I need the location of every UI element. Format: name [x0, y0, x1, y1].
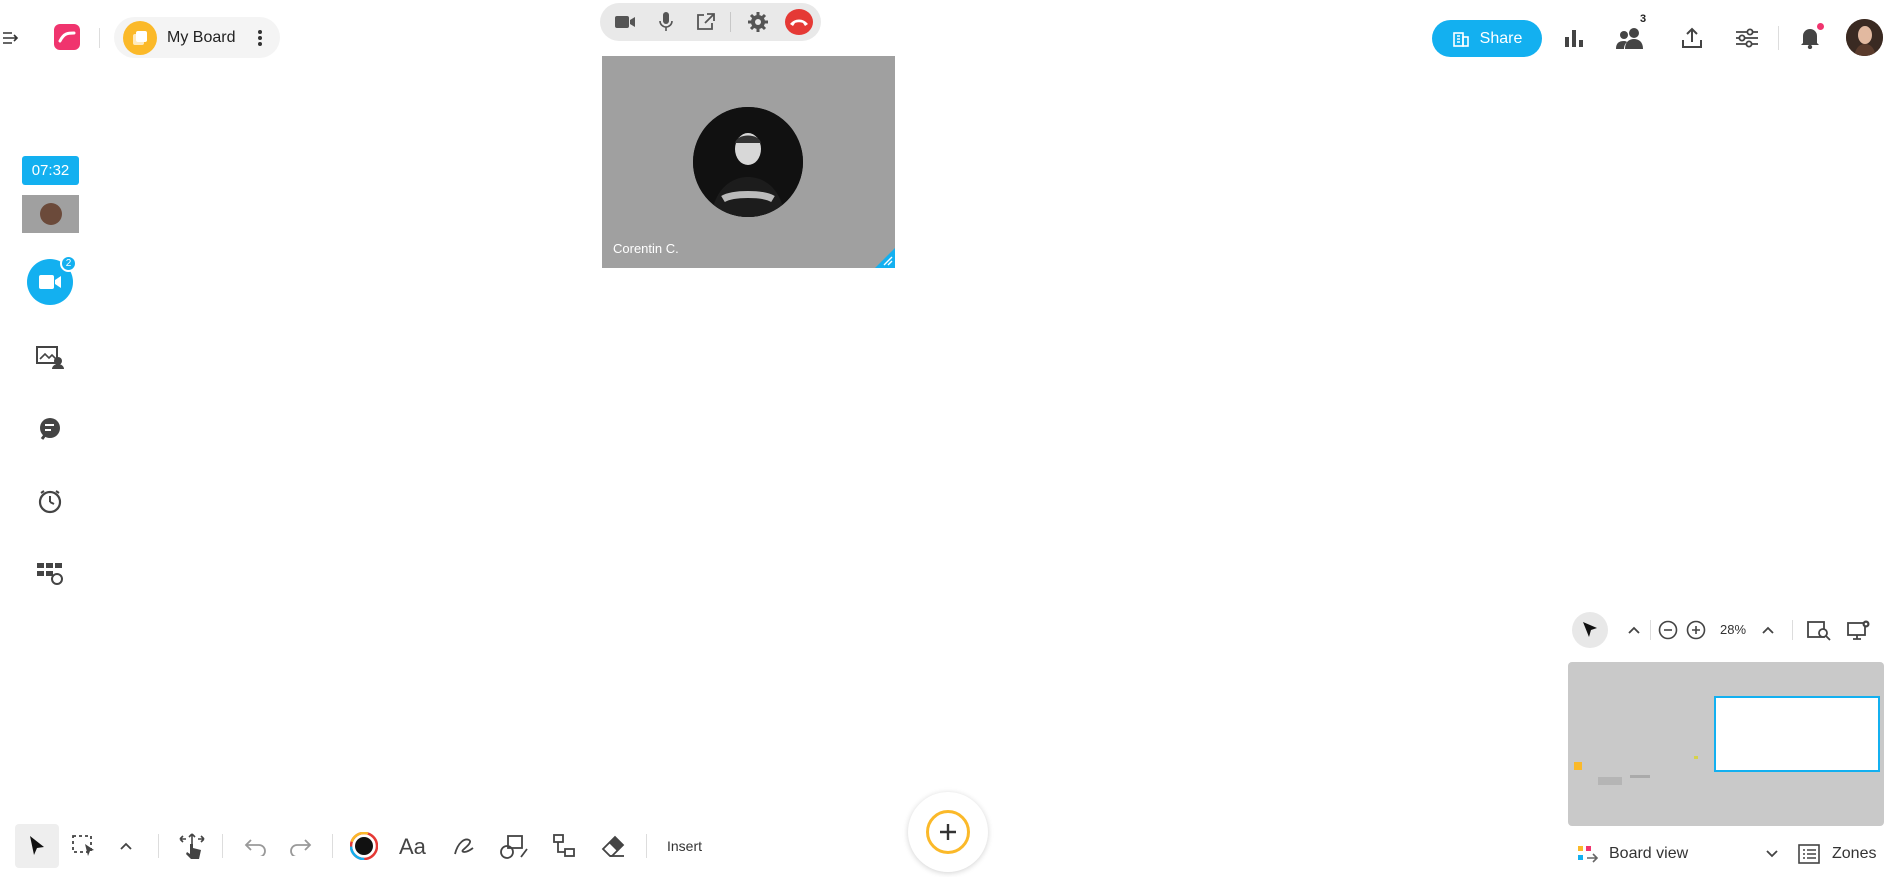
divider — [99, 28, 100, 48]
board-view-label: Board view — [1609, 845, 1689, 862]
app-logo-icon[interactable] — [54, 24, 80, 50]
navigator-bar: 28% — [1568, 610, 1886, 650]
building-icon — [1452, 31, 1469, 47]
gear-icon[interactable] — [744, 9, 772, 35]
redo-icon[interactable] — [280, 826, 320, 866]
divider — [332, 834, 333, 858]
board-view-icon — [1578, 846, 1599, 863]
board-icon — [123, 20, 157, 55]
resize-handle-icon[interactable] — [875, 248, 895, 268]
pen-tool-icon[interactable] — [444, 826, 484, 866]
participant-name: Corentin C. — [613, 241, 679, 256]
minimap[interactable] — [1568, 662, 1884, 826]
board-name: My Board — [167, 28, 236, 46]
share-label: Share — [1479, 29, 1523, 47]
minimap-board-item — [1574, 762, 1582, 770]
more-vertical-icon[interactable] — [250, 27, 270, 49]
lasso-select-icon[interactable] — [64, 826, 104, 866]
presentation-icon[interactable] — [33, 342, 67, 372]
divider — [1778, 26, 1779, 50]
text-tool-icon[interactable]: Aa — [394, 826, 434, 866]
participants-count: 3 — [1640, 13, 1647, 25]
divider — [1792, 620, 1793, 640]
camera-icon[interactable] — [611, 9, 639, 35]
video-camera-icon — [39, 275, 61, 289]
call-timer: 07:32 — [22, 156, 79, 185]
stopwatch-icon[interactable] — [33, 486, 67, 516]
zones-button[interactable]: Zones — [1798, 842, 1876, 866]
self-avatar — [39, 203, 62, 225]
eraser-icon[interactable] — [594, 826, 634, 866]
chat-icon[interactable] — [33, 414, 67, 444]
svg-text:Aa: Aa — [399, 835, 427, 857]
microphone-icon[interactable] — [652, 9, 680, 35]
participants-icon[interactable] — [1612, 22, 1648, 54]
insert-button[interactable]: Insert — [667, 838, 702, 854]
call-controls — [600, 3, 821, 41]
user-avatar[interactable] — [1846, 19, 1883, 56]
bottom-toolbar: Aa Insert — [0, 820, 740, 872]
participant-video-tile[interactable]: Corentin C. — [602, 56, 895, 268]
board-view-selector[interactable]: Board view — [1577, 842, 1778, 866]
minimap-board-item — [1598, 777, 1622, 785]
divider — [222, 834, 223, 858]
hang-up-button[interactable] — [785, 9, 813, 35]
display-settings-icon[interactable] — [1846, 618, 1872, 642]
minimap-viewport[interactable] — [1714, 696, 1880, 772]
export-icon[interactable] — [1678, 24, 1706, 52]
cursor-mode-button[interactable] — [1572, 612, 1608, 648]
shapes-tool-icon[interactable] — [494, 826, 534, 866]
divider — [646, 834, 647, 858]
zoom-level[interactable]: 28% — [1720, 622, 1746, 637]
board-selector[interactable]: My Board — [114, 17, 280, 58]
zones-label: Zones — [1832, 845, 1877, 862]
divider — [158, 834, 159, 858]
share-button[interactable]: Share — [1432, 20, 1542, 57]
chevron-up-icon[interactable] — [1760, 622, 1776, 638]
select-tool-icon[interactable] — [15, 824, 59, 868]
undo-icon[interactable] — [236, 826, 276, 866]
collapse-sidebar-icon[interactable] — [0, 22, 24, 54]
minimap-board-item — [1694, 756, 1698, 759]
zones-icon — [1798, 844, 1820, 864]
minimap-board-item — [1630, 775, 1650, 778]
chevron-up-icon[interactable] — [1626, 622, 1642, 638]
plus-icon — [926, 810, 970, 854]
pan-tool-icon[interactable] — [172, 826, 212, 866]
zoom-in-icon[interactable] — [1686, 620, 1706, 640]
notification-dot — [1817, 23, 1824, 30]
search-board-icon[interactable] — [1806, 618, 1832, 642]
zoom-out-icon[interactable] — [1658, 620, 1678, 640]
self-video-tile[interactable] — [22, 195, 79, 233]
bar-chart-icon[interactable] — [1560, 24, 1588, 52]
divider — [730, 12, 731, 32]
sliders-icon[interactable] — [1732, 24, 1762, 52]
participant-avatar — [693, 107, 803, 217]
chevron-down-icon — [1766, 850, 1778, 858]
chevron-up-icon[interactable] — [106, 826, 146, 866]
cursor-icon — [1583, 622, 1597, 637]
add-button[interactable] — [908, 792, 988, 872]
templates-icon[interactable] — [33, 558, 67, 588]
divider — [1650, 620, 1651, 640]
connector-tool-icon[interactable] — [544, 826, 584, 866]
color-picker-icon[interactable] — [344, 826, 384, 866]
screen-share-icon[interactable] — [692, 9, 720, 35]
phone-hangup-icon — [790, 19, 808, 26]
video-call-badge: 2 — [60, 255, 77, 272]
